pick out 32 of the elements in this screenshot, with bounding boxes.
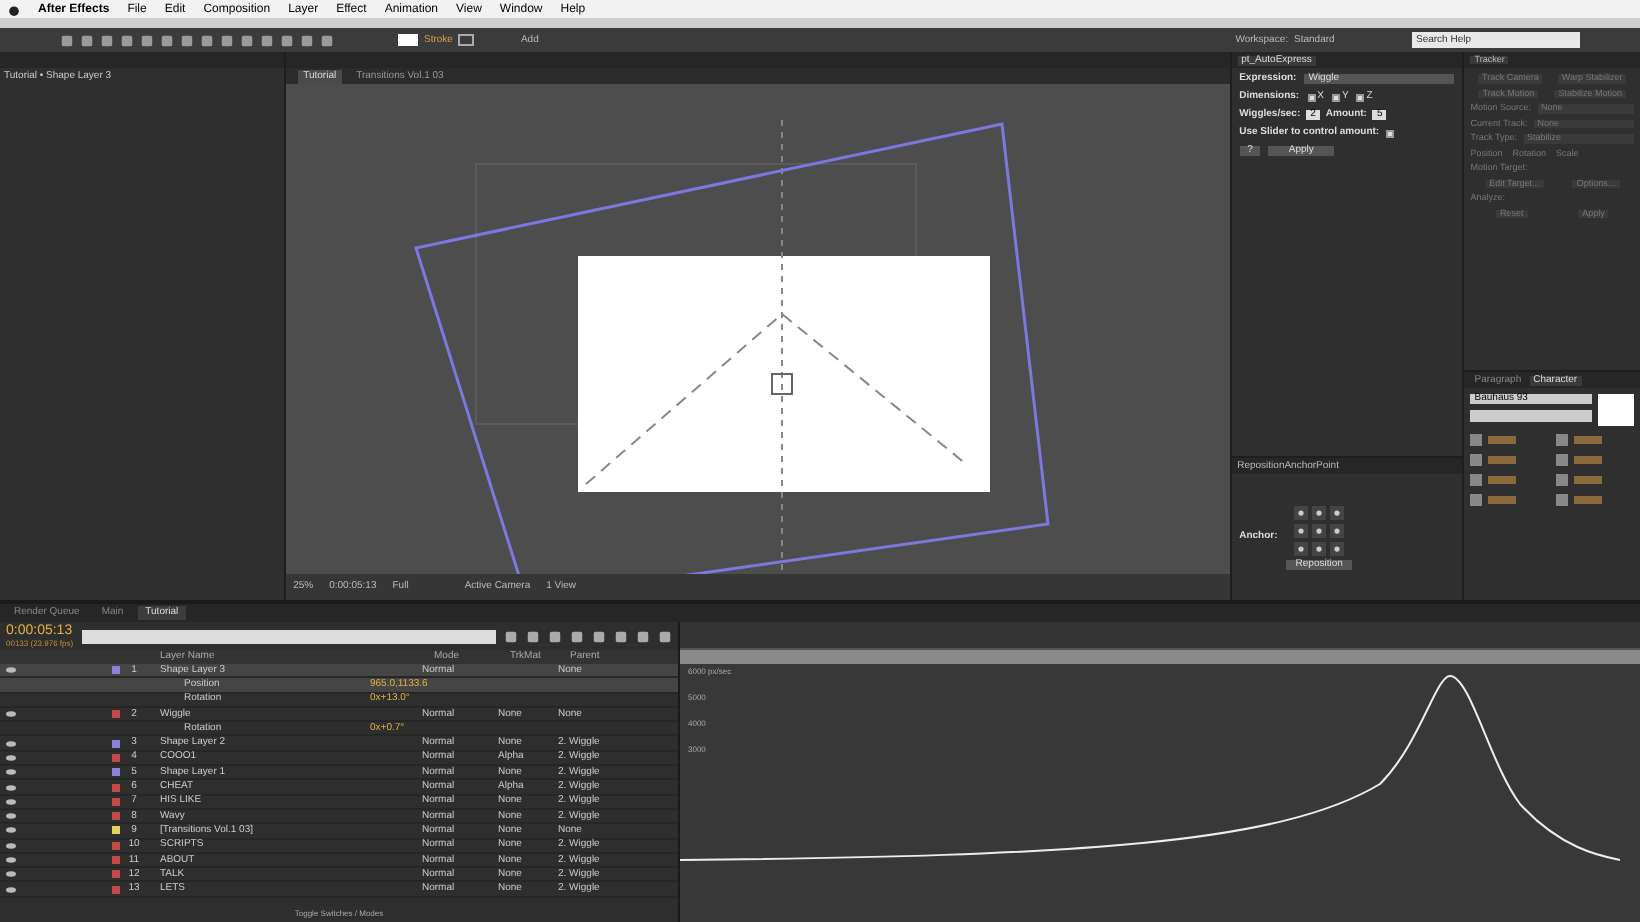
checkbox[interactable]	[1385, 129, 1394, 137]
checkbox[interactable]	[1307, 93, 1316, 101]
layer-label-color[interactable]	[112, 812, 120, 821]
layer-label-color[interactable]	[112, 885, 120, 894]
anchor-point-icon[interactable]	[1330, 541, 1345, 555]
anchor-point-icon[interactable]	[1294, 541, 1309, 555]
layer-label-color[interactable]	[112, 753, 120, 762]
checkbox[interactable]	[1331, 93, 1340, 101]
anchor-point-icon[interactable]	[1312, 523, 1327, 537]
fill-swatch[interactable]	[398, 34, 418, 46]
layer-label-color[interactable]	[112, 768, 120, 777]
layer-label-color[interactable]	[112, 710, 120, 719]
layer-label-color[interactable]	[112, 856, 120, 864]
checkbox[interactable]	[1356, 93, 1365, 101]
layer-label-color[interactable]	[112, 870, 120, 879]
anchor-point-icon[interactable]	[1330, 523, 1345, 537]
color-swatch[interactable]	[1598, 394, 1635, 426]
anchor-point-icon[interactable]	[1294, 523, 1309, 537]
layer-label-color[interactable]	[112, 739, 120, 748]
layer-label-color[interactable]	[112, 826, 120, 835]
anchor-point-icon[interactable]	[1312, 505, 1327, 519]
layer-label-color[interactable]	[112, 666, 120, 675]
layer-search-field[interactable]	[81, 629, 496, 643]
anchor-point-icon[interactable]	[1294, 505, 1309, 519]
layer-label-color[interactable]	[112, 783, 120, 792]
visibility-eye-icon[interactable]	[6, 666, 16, 675]
layer-label-color[interactable]	[112, 797, 120, 806]
anchor-point-icon[interactable]	[1330, 505, 1345, 519]
anchor-point-icon[interactable]	[1312, 541, 1327, 555]
layer-label-color[interactable]	[112, 841, 120, 850]
visibility-eye-icon[interactable]	[6, 710, 16, 719]
stroke-swatch[interactable]	[458, 34, 475, 46]
